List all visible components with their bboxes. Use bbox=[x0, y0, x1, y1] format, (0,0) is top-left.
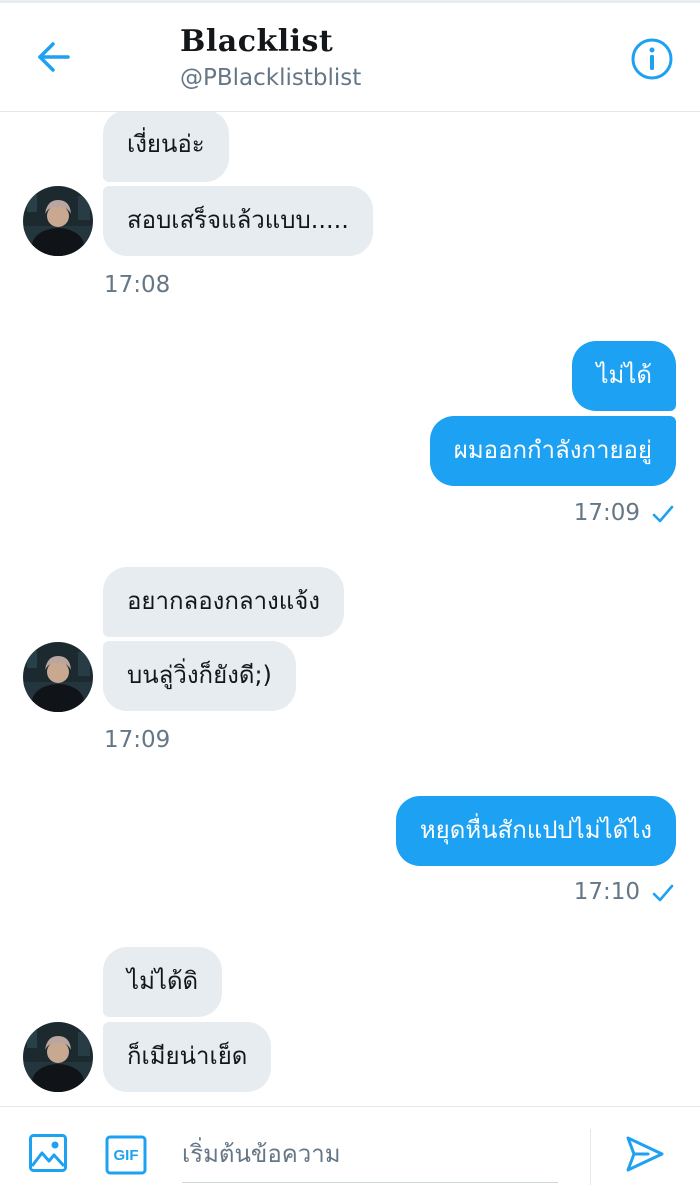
info-button[interactable] bbox=[628, 37, 676, 85]
send-icon bbox=[624, 1133, 666, 1179]
gif-label: GIF bbox=[113, 1146, 139, 1164]
incoming-message[interactable]: ก็เมียน่าเย็ด bbox=[103, 1022, 272, 1092]
conversation-title: Blacklist bbox=[180, 24, 334, 59]
message-timestamp: 17:08 bbox=[104, 272, 171, 298]
incoming-message[interactable]: อยากลองกลางแจ้ง bbox=[103, 567, 345, 637]
send-button[interactable] bbox=[622, 1133, 668, 1179]
gif-button[interactable]: GIF bbox=[104, 1133, 148, 1177]
incoming-message[interactable]: สอบเสร็จแล้วแบบ..... bbox=[103, 186, 373, 256]
message-timestamp: 17:09 bbox=[573, 500, 640, 526]
message-timestamp: 17:10 bbox=[573, 879, 640, 905]
outgoing-message[interactable]: ไม่ได้ bbox=[572, 341, 676, 411]
back-button[interactable] bbox=[30, 39, 78, 79]
dm-conversation-screen: Blacklist @PBlacklistblist เงี่ยนอ่ะ สอบ… bbox=[0, 0, 700, 1200]
add-media-button[interactable] bbox=[26, 1133, 70, 1177]
incoming-message[interactable]: บนลู่วิ่งก็ยังดี;) bbox=[103, 641, 296, 711]
message-input[interactable] bbox=[182, 1125, 558, 1183]
message-list[interactable]: เงี่ยนอ่ะ สอบเสร็จแล้วแบบ..... 17:08 ไม่… bbox=[0, 112, 700, 1106]
message-composer: GIF bbox=[0, 1106, 700, 1200]
avatar[interactable] bbox=[23, 642, 93, 712]
sent-checkmark-icon bbox=[652, 503, 674, 525]
composer-divider bbox=[590, 1129, 591, 1185]
outgoing-message[interactable]: หยุดหื่นสักแปปไม่ได้ไง bbox=[395, 796, 676, 866]
avatar[interactable] bbox=[23, 186, 93, 256]
conversation-header: Blacklist @PBlacklistblist bbox=[0, 3, 700, 112]
arrow-left-icon bbox=[36, 41, 72, 77]
incoming-message[interactable]: เงี่ยนอ่ะ bbox=[103, 112, 229, 182]
incoming-message[interactable]: ไม่ได้ดิ bbox=[103, 947, 223, 1017]
conversation-handle: @PBlacklistblist bbox=[180, 65, 362, 91]
info-icon bbox=[630, 37, 674, 85]
image-icon bbox=[28, 1133, 68, 1177]
sent-checkmark-icon bbox=[652, 882, 674, 904]
outgoing-message[interactable]: ผมออกกำลังกายอยู่ bbox=[429, 416, 676, 486]
avatar[interactable] bbox=[23, 1022, 93, 1092]
message-timestamp: 17:09 bbox=[104, 727, 171, 753]
